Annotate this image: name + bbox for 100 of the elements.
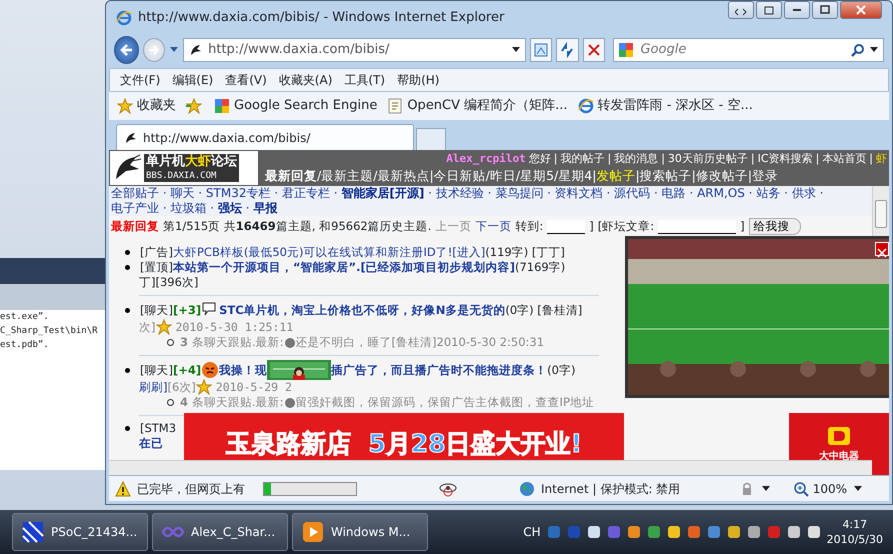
menu-item[interactable]: 收藏夹(A) bbox=[278, 71, 332, 89]
favorites-button[interactable]: 收藏夹 bbox=[117, 96, 176, 116]
console-text: C_Sharp_Test\bin\R bbox=[0, 325, 99, 338]
nav-link[interactable]: 最新主题 bbox=[321, 167, 374, 184]
menu-item[interactable]: 文件(F) bbox=[120, 71, 160, 89]
separator-text: · bbox=[606, 186, 612, 200]
nav-link[interactable]: IC资料搜索 bbox=[758, 150, 813, 167]
separator-text: / bbox=[373, 167, 378, 184]
nav-link[interactable]: 30天前历史帖子 bbox=[668, 150, 748, 167]
search-field[interactable]: Google bbox=[613, 38, 884, 62]
post-score: [+4] bbox=[172, 362, 202, 378]
category-link[interactable]: 强坛 bbox=[218, 201, 242, 215]
separator-text: | bbox=[692, 167, 696, 184]
page-link[interactable]: 下一页 bbox=[475, 218, 512, 236]
section-title: 最新回复 bbox=[111, 218, 159, 235]
category-link[interactable]: 垃圾箱 bbox=[170, 201, 206, 215]
post-title[interactable]: 我操！现 bbox=[219, 362, 268, 378]
post-title[interactable]: 插广告了，而且播广告时不能拖进度条！ bbox=[331, 362, 548, 378]
post-meta: 次] bbox=[139, 320, 156, 335]
console-text: est.pdb”. bbox=[0, 339, 50, 352]
input-language[interactable]: CH bbox=[523, 523, 541, 541]
logo-text: 单片机大虾论坛 bbox=[144, 154, 239, 170]
nav-link[interactable]: 今日新贴 bbox=[434, 167, 486, 184]
browser-tab[interactable]: http://www.daxia.com/bibis/ bbox=[116, 124, 414, 150]
separator-text: · bbox=[332, 186, 339, 200]
category-link[interactable]: 聊天 bbox=[170, 186, 194, 200]
category-link[interactable]: 站务 bbox=[756, 186, 780, 200]
nav-link[interactable]: 最新热点 bbox=[377, 167, 430, 184]
favorite-link[interactable]: Google Search Engine bbox=[214, 96, 378, 116]
post-tag: [STM3 bbox=[140, 421, 176, 436]
nav-link[interactable]: 我的帖子 bbox=[560, 150, 604, 167]
separator-text: · bbox=[688, 186, 694, 200]
post-meta: 丁][396次] bbox=[139, 275, 198, 290]
category-link[interactable]: 早报 bbox=[253, 201, 278, 215]
post-title[interactable]: 大虾PCB样板(最低50元)可以在线试算和新注册ID了![进入] bbox=[172, 245, 486, 260]
post-date: 2010-5-29 2 bbox=[216, 380, 292, 395]
category-link[interactable]: 菜鸟提问 bbox=[495, 186, 544, 200]
separator-text: · bbox=[546, 186, 552, 200]
category-link[interactable]: 电子产业 bbox=[111, 201, 159, 215]
post-meta: (7169字) bbox=[514, 260, 566, 276]
taskbar-button[interactable]: Alex_C_Shar... bbox=[152, 513, 288, 551]
nav-link[interactable]: 发帖子 bbox=[596, 167, 636, 184]
nav-link[interactable]: 我的消息 bbox=[614, 150, 658, 167]
category-link[interactable]: 资料文档 bbox=[554, 186, 603, 200]
separator-text: · bbox=[209, 201, 216, 215]
nav-link[interactable]: 修改帖子 bbox=[696, 167, 748, 184]
nav-link[interactable]: 搜索帖子 bbox=[640, 167, 692, 184]
menu-item[interactable]: 工具(T) bbox=[344, 71, 386, 89]
menu-item[interactable]: 帮助(H) bbox=[397, 71, 440, 89]
separator-text: · bbox=[818, 186, 824, 200]
category-link[interactable]: 技术经验 bbox=[436, 186, 484, 200]
username: Alex_rcpilot bbox=[446, 151, 526, 167]
nav-link[interactable]: 虾 bbox=[876, 150, 887, 167]
reply-count: 4 bbox=[180, 395, 188, 410]
separator-text: · bbox=[783, 186, 789, 200]
category-link[interactable]: 君正专栏 bbox=[282, 186, 330, 200]
post-meta: (119字) [丁丁] bbox=[485, 245, 565, 260]
security-zone: Internet | 保护模式: 禁用 bbox=[541, 480, 680, 498]
nav-link[interactable]: 昨日 bbox=[490, 167, 516, 184]
menu-item[interactable]: 查看(V) bbox=[225, 71, 267, 89]
reply-count: 3 bbox=[180, 335, 188, 350]
logo-domain: BBS.DAXIA.COM bbox=[144, 170, 239, 182]
post-date: 2010-5-30 1:25:11 bbox=[176, 320, 294, 335]
nav-link[interactable]: 星期5 bbox=[520, 167, 554, 184]
category-link[interactable]: 全部贴子 bbox=[111, 186, 159, 200]
post-tag: [置顶] bbox=[140, 260, 173, 276]
nav-link[interactable]: 最新回复 bbox=[265, 167, 317, 184]
post-meta: [6次] bbox=[168, 380, 196, 395]
category-link[interactable]: 智能家居[开源] bbox=[341, 186, 424, 200]
category-link[interactable]: 源代码 bbox=[614, 186, 650, 200]
menu-item[interactable]: 编辑(E) bbox=[172, 71, 214, 89]
category-link[interactable]: STM32专栏 bbox=[206, 186, 270, 200]
favorite-link[interactable]: 转发雷阵雨 - 深水区 - 空... bbox=[578, 96, 753, 116]
separator-text: · bbox=[427, 186, 433, 200]
search-button[interactable]: 给我搜 bbox=[748, 218, 801, 236]
taskbar-button[interactable]: PSoC_21434... bbox=[12, 513, 148, 551]
taskbar-button[interactable]: Windows M... bbox=[292, 513, 428, 551]
reply-text: 还是不明白，睡了[鲁桂清]2010-5-30 2:50:31 bbox=[296, 335, 544, 350]
post-title[interactable]: STC单片机，淘宝上价格也不低呀，好像N多是无货的 bbox=[219, 302, 506, 318]
post-meta: (0字) bbox=[547, 362, 576, 378]
separator-text: · bbox=[162, 186, 168, 200]
post-title[interactable]: 本站第一个开源项目，“智能家居”.[已经添加项目初步规划内容] bbox=[172, 260, 515, 276]
clock[interactable]: 4:17 2010/5/30 bbox=[826, 517, 883, 547]
post-tag: [聊天] bbox=[140, 362, 173, 378]
nav-link[interactable]: 登录 bbox=[752, 167, 778, 184]
post-tag: [聊天] bbox=[140, 302, 173, 318]
separator-text: · bbox=[162, 201, 168, 215]
address-field[interactable]: http://www.daxia.com/bibis/ bbox=[183, 38, 526, 62]
separator-text: / bbox=[317, 167, 322, 184]
nav-link[interactable]: 星期4 bbox=[558, 167, 592, 184]
category-link[interactable]: 供求 bbox=[792, 186, 816, 200]
zoom-button[interactable]: 100% bbox=[792, 480, 847, 498]
post-meta: 在已 bbox=[139, 436, 163, 452]
reply-label: 条聊天跟贴.最新: bbox=[192, 335, 284, 350]
category-link[interactable]: ARM,OS bbox=[697, 186, 745, 200]
separator-text: · bbox=[748, 186, 754, 200]
nav-link[interactable]: 本站首页 bbox=[822, 150, 866, 167]
category-link[interactable]: 电路 bbox=[662, 186, 686, 200]
favorite-link[interactable]: OpenCV 编程简介（矩阵... bbox=[387, 96, 568, 116]
separator-text: | bbox=[750, 151, 755, 167]
